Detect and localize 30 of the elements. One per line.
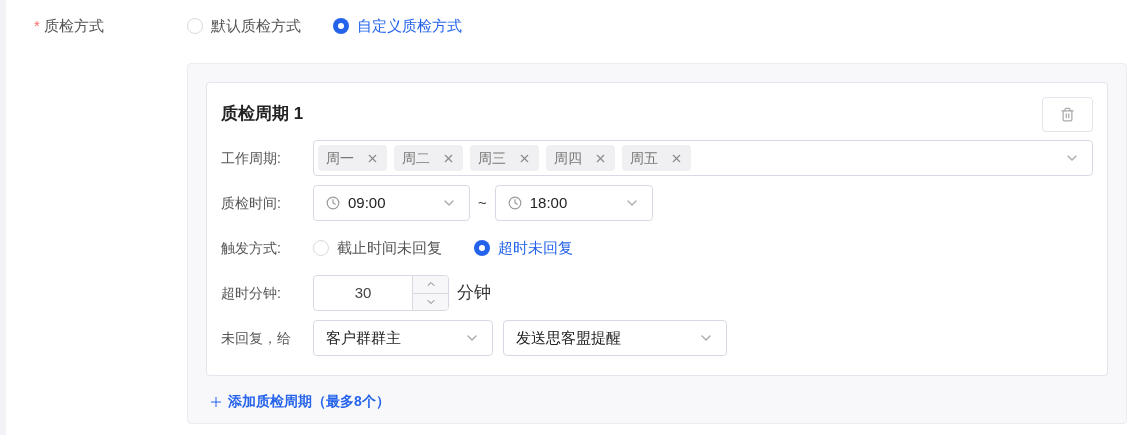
field-label: 质检方式 (43, 15, 104, 36)
select-field[interactable]: 18:00 (494, 185, 653, 221)
timeout-label: 超时分钟: (221, 283, 282, 303)
select-field[interactable]: 发送思客盟提醒 (503, 320, 727, 356)
range-separator: ~ (478, 192, 487, 213)
day-tag: 周三 (470, 145, 539, 171)
notify-label: 未回复，给 (221, 328, 292, 348)
workdays-select[interactable]: 周一 周二 周三 周四 周五 (313, 140, 1093, 176)
select-field[interactable]: 09:00 (313, 185, 470, 221)
radio-option[interactable]: 默认质检方式 (187, 14, 301, 38)
trash-icon (1060, 106, 1075, 122)
clock-icon (507, 196, 522, 210)
delete-button[interactable] (1042, 96, 1093, 132)
time-label: 质检时间: (221, 193, 282, 213)
radio-option[interactable]: 截止时间未回复 (313, 236, 442, 260)
required-mark: * (34, 15, 40, 36)
select-field[interactable]: 客户群群主 (313, 320, 493, 356)
clock-icon (326, 196, 340, 210)
radio-option[interactable]: 超时未回复 (474, 236, 573, 260)
unit-text: 分钟 (457, 282, 491, 305)
day-tag: 周四 (546, 145, 615, 171)
add-period-link[interactable]: 添加质检周期（最多8个） (208, 391, 1108, 412)
number-input[interactable]: 30 (313, 275, 449, 311)
trigger-label: 触发方式: (221, 238, 282, 258)
radio-option[interactable]: 自定义质检方式 (333, 14, 462, 38)
period-title: 质检周期 1 (221, 103, 304, 126)
day-tag: 周五 (622, 145, 691, 171)
day-tag: 周二 (394, 145, 463, 171)
workdays-label: 工作周期: (221, 148, 282, 168)
day-tag: 周一 (318, 145, 387, 171)
